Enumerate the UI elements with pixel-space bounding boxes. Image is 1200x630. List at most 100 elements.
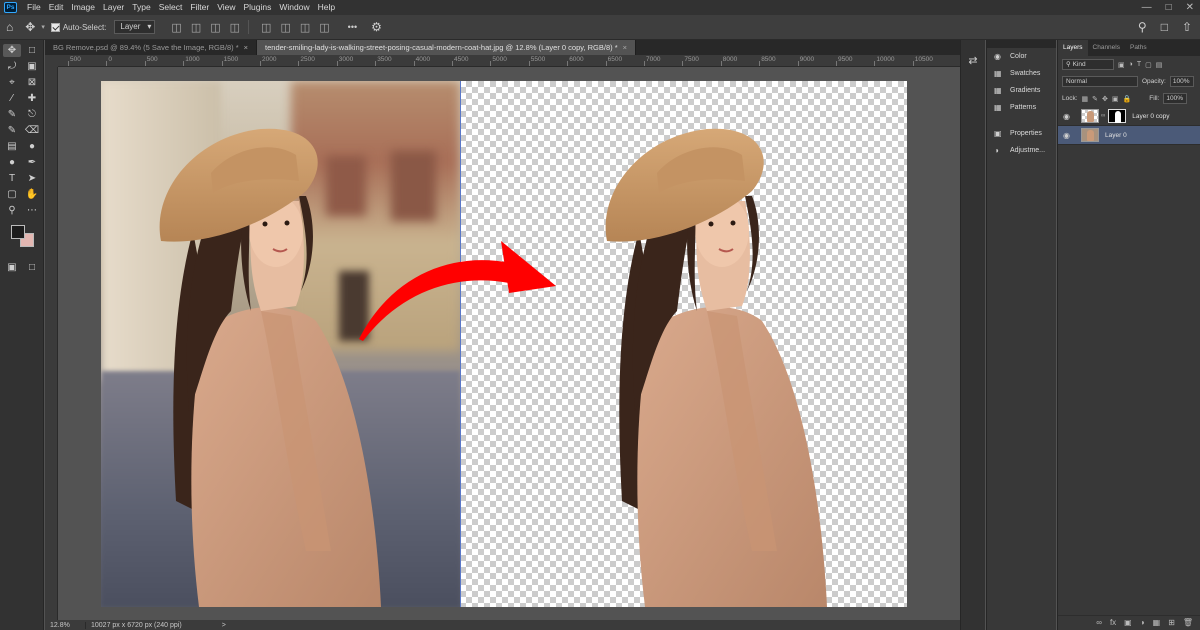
fill-input[interactable]: 100% (1163, 93, 1188, 104)
gear-icon[interactable]: ⚙ (371, 20, 382, 34)
layer-row[interactable]: ◉ Layer 0 (1058, 126, 1200, 145)
history-brush-icon[interactable]: ✎ (3, 124, 21, 137)
zoom-level[interactable]: 12.8% (50, 621, 86, 629)
pen-tool-icon[interactable]: ✒ (23, 156, 41, 169)
blur-tool-icon[interactable]: ● (23, 140, 41, 153)
align-center-icon[interactable]: ◫ (191, 21, 201, 34)
blend-mode-dropdown[interactable]: Normal (1062, 76, 1138, 87)
maximize-icon[interactable]: □ (1166, 0, 1172, 15)
document-canvas[interactable] (101, 81, 907, 607)
align-right-icon[interactable]: ◫ (210, 21, 220, 34)
foreground-color-swatch[interactable] (11, 225, 25, 239)
tab-lady-photo[interactable]: tender-smiling-lady-is-walking-street-po… (257, 40, 637, 55)
align-left-icon[interactable]: ◫ (171, 21, 181, 34)
type-tool-icon[interactable]: T (3, 172, 21, 185)
close-tab-icon[interactable]: × (623, 43, 627, 52)
lasso-tool-icon[interactable]: ⤾ (3, 60, 21, 73)
lock-all-icon[interactable]: 🔒 (1123, 95, 1132, 103)
delete-layer-icon[interactable]: 🗑 (1183, 616, 1193, 630)
close-tab-icon[interactable]: × (244, 43, 248, 52)
menu-image[interactable]: Image (67, 0, 99, 15)
canvas-area[interactable] (58, 67, 960, 620)
close-icon[interactable]: ✕ (1186, 0, 1194, 15)
shape-tool-icon[interactable]: ▢ (3, 188, 21, 201)
distribute-vertical-icon[interactable]: ◫ (319, 21, 329, 34)
path-select-tool-icon[interactable]: ➤ (23, 172, 41, 185)
hand-tool-icon[interactable]: ✋ (23, 188, 41, 201)
menu-filter[interactable]: Filter (186, 0, 213, 15)
menu-edit[interactable]: Edit (45, 0, 68, 15)
fx-icon[interactable]: fx (1110, 616, 1116, 630)
panel-swatches[interactable]: ▦ Swatches (987, 65, 1056, 82)
panel-adjustments[interactable]: ◑ Adjustme... (987, 142, 1056, 159)
tab-paths[interactable]: Paths (1125, 40, 1152, 56)
quick-mask-icon[interactable]: ▣ (3, 261, 21, 274)
align-top-icon[interactable]: ◫ (261, 21, 271, 34)
tab-bg-remove[interactable]: BG Remove.psd @ 89.4% (5 Save the Image,… (45, 40, 258, 55)
panel-gradients[interactable]: ▦ Gradients (987, 82, 1056, 99)
add-mask-icon[interactable]: ▣ (1124, 616, 1132, 630)
frame-tool-icon[interactable]: ⊠ (23, 76, 41, 89)
marquee-tool-icon[interactable]: □ (23, 44, 41, 57)
menu-window[interactable]: Window (275, 0, 313, 15)
screen-mode-icon[interactable]: □ (23, 261, 41, 274)
adjustment-layer-icon[interactable]: ◑ (1140, 616, 1145, 630)
tab-layers[interactable]: Layers (1058, 40, 1088, 56)
align-middle-icon[interactable]: ◫ (280, 21, 290, 34)
panel-patterns[interactable]: ▦ Patterns (987, 99, 1056, 116)
lock-artboard-icon[interactable]: ▣ (1112, 95, 1119, 103)
crop-tool-icon[interactable]: ⌖ (3, 76, 21, 89)
distribute-icon[interactable]: ◫ (230, 21, 240, 34)
filter-type-icon[interactable]: T (1137, 61, 1141, 68)
eyedropper-tool-icon[interactable]: ⁄ (3, 92, 21, 105)
dodge-tool-icon[interactable]: ● (3, 156, 21, 169)
object-select-tool-icon[interactable]: ▣ (23, 60, 41, 73)
more-options-button[interactable]: ••• (348, 22, 357, 32)
menu-type[interactable]: Type (128, 0, 154, 15)
layer-row[interactable]: ◉ ∞ Layer 0 copy (1058, 107, 1200, 126)
align-bottom-icon[interactable]: ◫ (300, 21, 310, 34)
minimize-icon[interactable]: — (1142, 0, 1152, 15)
tab-channels[interactable]: Channels (1088, 40, 1125, 56)
visibility-eye-icon[interactable]: ◉ (1063, 112, 1073, 121)
menu-help[interactable]: Help (314, 0, 339, 15)
new-group-icon[interactable]: ▦ (1153, 616, 1161, 630)
healing-brush-icon[interactable]: ✚ (23, 92, 41, 105)
panel-color[interactable]: ◉ Color (987, 48, 1056, 65)
menu-layer[interactable]: Layer (99, 0, 128, 15)
menu-file[interactable]: File (23, 0, 45, 15)
filter-shape-icon[interactable]: ▢ (1145, 61, 1152, 69)
eraser-tool-icon[interactable]: ⌫ (23, 124, 41, 137)
lock-transparency-icon[interactable]: ▦ (1082, 95, 1089, 103)
workspace-icon[interactable]: □ (1161, 20, 1168, 34)
panel-properties[interactable]: ▣ Properties (987, 125, 1056, 142)
status-arrow[interactable]: > (222, 622, 226, 629)
share-icon[interactable]: ⇧ (1182, 20, 1192, 34)
stamp-tool-icon[interactable]: ⎋ (23, 108, 41, 121)
history-icon[interactable]: ⇄ (961, 54, 985, 67)
lock-pixels-icon[interactable]: ✎ (1092, 95, 1098, 103)
menu-plugins[interactable]: Plugins (239, 0, 275, 15)
move-tool-icon[interactable]: ✥ (25, 20, 35, 34)
layer-mask-thumbnail[interactable] (1108, 109, 1127, 123)
mask-link-icon[interactable]: ∞ (1101, 113, 1105, 119)
vertical-ruler[interactable] (45, 67, 58, 620)
search-icon[interactable]: ⚲ (1138, 20, 1147, 34)
horizontal-ruler[interactable]: 500 0 500 1000 1500 2000 2500 3000 3500 4000 4500 5… (58, 55, 960, 67)
home-icon[interactable]: ⌂ (6, 20, 13, 34)
more-tools-icon[interactable]: ⋯ (23, 204, 41, 217)
opacity-input[interactable]: 100% (1169, 76, 1194, 87)
link-layers-icon[interactable]: ∞ (1096, 616, 1102, 630)
new-layer-icon[interactable]: ⊞ (1168, 616, 1175, 630)
move-tool-icon[interactable]: ✥ (3, 44, 21, 57)
menu-select[interactable]: Select (155, 0, 187, 15)
lock-position-icon[interactable]: ✥ (1102, 95, 1108, 103)
kind-filter-dropdown[interactable]: ⚲ Kind (1062, 59, 1114, 70)
auto-select-dropdown[interactable]: Layer (114, 20, 156, 34)
brush-tool-icon[interactable]: ✎ (3, 108, 21, 121)
auto-select-checkbox[interactable] (50, 22, 60, 32)
chevron-down-icon[interactable]: ▾ (41, 23, 45, 31)
zoom-tool-icon[interactable]: ⚲ (3, 204, 21, 217)
filter-adjustment-icon[interactable]: ◑ (1129, 61, 1133, 68)
gradient-tool-icon[interactable]: ▤ (3, 140, 21, 153)
